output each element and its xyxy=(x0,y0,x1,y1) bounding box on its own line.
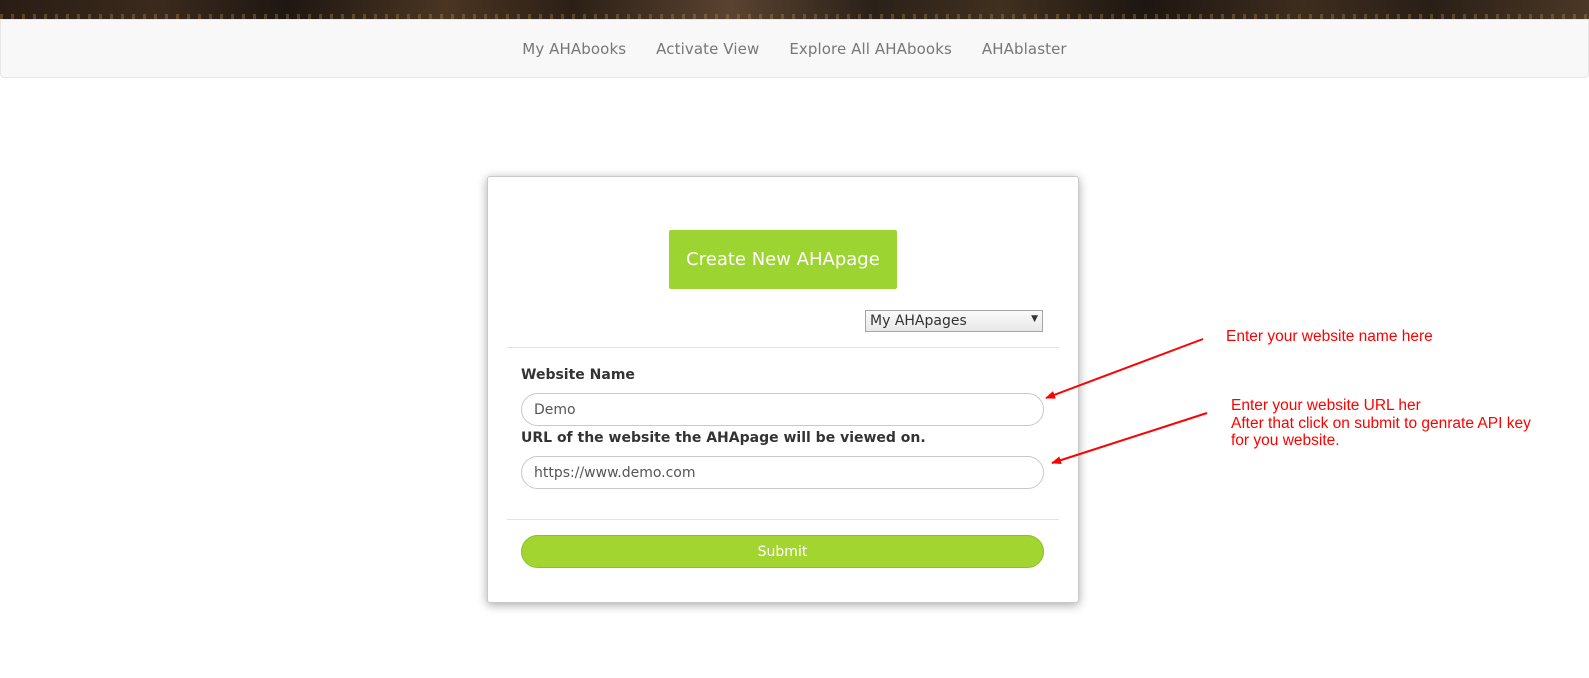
dropdown-arrow-icon: ▼ xyxy=(1031,314,1038,324)
website-name-input[interactable] xyxy=(521,393,1044,426)
main-navbar: My AHAbooks Activate View Explore All AH… xyxy=(0,19,1589,78)
nav-activate-view[interactable]: Activate View xyxy=(641,40,774,58)
annotation-url-line-3: for you website. xyxy=(1231,432,1340,449)
my-ahapages-select[interactable]: My AHApages ▼ xyxy=(865,310,1043,332)
website-url-label: URL of the website the AHApage will be v… xyxy=(521,430,926,446)
create-new-ahapage-button[interactable]: Create New AHApage xyxy=(669,230,897,289)
annotation-url-line-2: After that click on submit to genrate AP… xyxy=(1231,414,1531,432)
my-ahapages-select-value: My AHApages xyxy=(870,313,967,329)
annotation-url-line-1: Enter your website URL her xyxy=(1231,397,1421,414)
section-divider-bottom xyxy=(507,519,1059,520)
submit-button[interactable]: Submit xyxy=(521,535,1044,568)
website-url-input[interactable] xyxy=(521,456,1044,489)
nav-my-ahabooks[interactable]: My AHAbooks xyxy=(507,40,641,58)
header-banner-image xyxy=(0,0,1589,19)
annotation-website-url: Enter your website URL her After that cl… xyxy=(1231,397,1531,450)
nav-ahablaster[interactable]: AHAblaster xyxy=(967,40,1082,58)
website-name-label: Website Name xyxy=(521,367,635,383)
annotation-website-name: Enter your website name here xyxy=(1226,328,1433,345)
nav-explore-all-ahabooks[interactable]: Explore All AHAbooks xyxy=(774,40,967,58)
section-divider-top xyxy=(507,347,1059,348)
create-page-card: Create New AHApage My AHApages ▼ Website… xyxy=(487,176,1079,603)
